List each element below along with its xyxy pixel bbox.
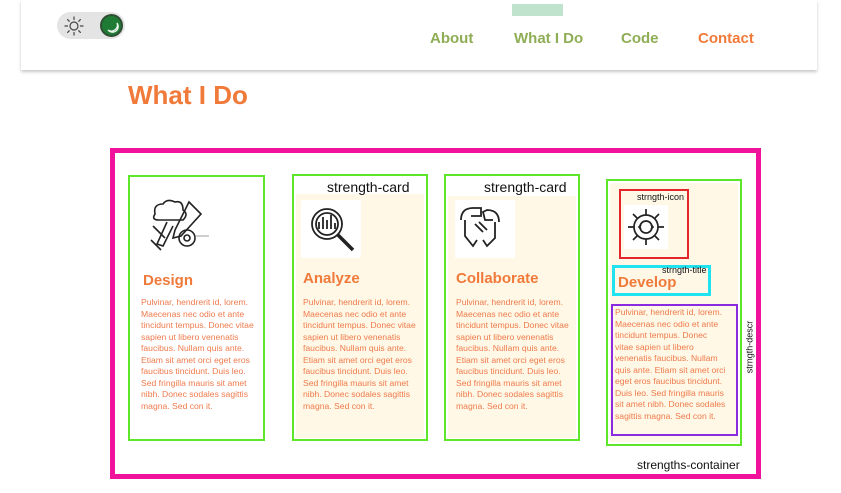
strength-descr-analyze: Pulvinar, hendrerit id, lorem. Maecenas … [303, 297, 416, 411]
page-title: What I Do [128, 80, 248, 110]
nav-code[interactable]: Code [621, 30, 659, 47]
strength-title-design: Design [143, 272, 194, 289]
strength-descr-develop: Pulvinar, hendrerit id, lorem. Maecenas … [615, 307, 726, 421]
strength-card-label: strength-card [484, 179, 567, 195]
active-nav-indicator [512, 4, 563, 16]
analyze-magnifier-icon [301, 200, 361, 258]
develop-gear-icon [624, 205, 668, 249]
strengths-container-label: strengths-container [637, 458, 740, 472]
strength-title-develop: Develop [618, 274, 677, 291]
nav-what-i-do[interactable]: What I Do [514, 30, 583, 47]
strength-title-analyze: Analyze [303, 270, 360, 287]
nav-contact[interactable]: Contact [698, 30, 754, 47]
strength-title-collaborate: Collaborate [456, 270, 539, 287]
strength-descr-collaborate: Pulvinar, hendrerit id, lorem. Maecenas … [456, 297, 569, 411]
strength-icon-label: strngth-icon [637, 192, 685, 202]
strength-card-label: strength-card [327, 179, 410, 195]
strength-descr-design: Pulvinar, hendrerit id, lorem. Maecenas … [141, 297, 254, 411]
theme-toggle[interactable] [57, 12, 125, 39]
strength-descr-label: strngth-descr [744, 320, 755, 374]
collaborate-hands-icon [455, 200, 515, 258]
moon-icon [107, 22, 119, 33]
toggle-knob[interactable] [100, 14, 123, 37]
sun-icon [64, 16, 84, 36]
nav-about[interactable]: About [430, 30, 473, 47]
design-tools-icon [145, 196, 209, 254]
